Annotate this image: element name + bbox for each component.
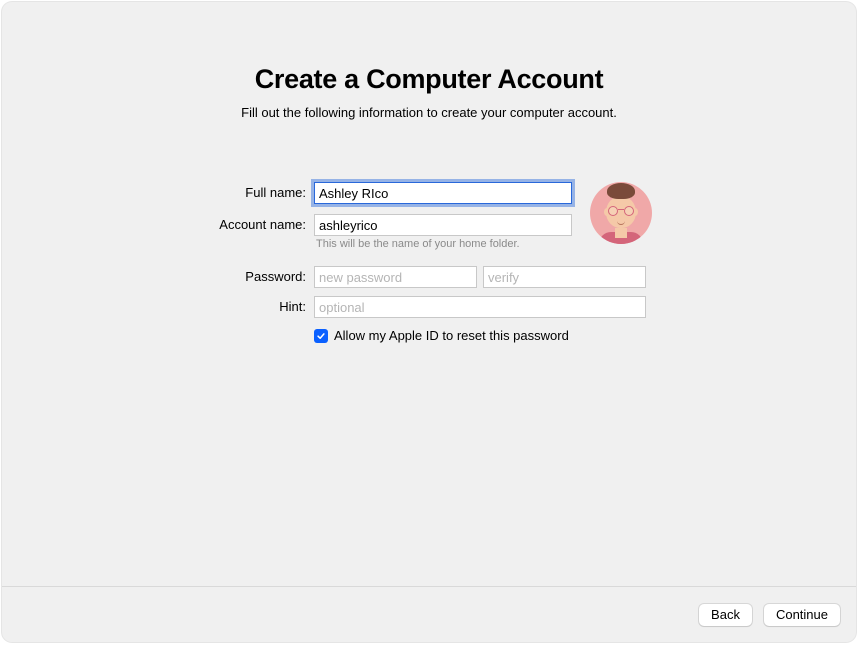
allow-reset-row[interactable]: Allow my Apple ID to reset this password: [314, 328, 572, 343]
fullname-input[interactable]: [314, 182, 572, 204]
spacer: [206, 204, 572, 214]
avatar-hair: [607, 183, 635, 199]
accountname-label: Account name:: [206, 214, 306, 236]
page-title: Create a Computer Account: [255, 64, 604, 95]
password-input[interactable]: [314, 266, 477, 288]
allow-reset-label: Allow my Apple ID to reset this password: [334, 328, 569, 343]
hint-label: Hint:: [206, 296, 306, 318]
accountname-hint: This will be the name of your home folde…: [314, 238, 572, 250]
spacer: [206, 250, 572, 266]
hint-row: [314, 296, 646, 318]
continue-button[interactable]: Continue: [764, 604, 840, 626]
check-icon: [316, 331, 326, 341]
avatar[interactable]: [590, 182, 652, 244]
back-button[interactable]: Back: [699, 604, 752, 626]
password-label: Password:: [206, 266, 306, 288]
verify-password-input[interactable]: [483, 266, 646, 288]
form-area: Full name: Account name: This will be th…: [206, 182, 652, 343]
hint-input[interactable]: [314, 296, 646, 318]
allow-reset-checkbox[interactable]: [314, 329, 328, 343]
accountname-input[interactable]: [314, 214, 572, 236]
password-row: [314, 266, 646, 288]
content-area: Create a Computer Account Fill out the f…: [2, 2, 856, 586]
page-subtitle: Fill out the following information to cr…: [241, 105, 617, 120]
fullname-label: Full name:: [206, 182, 306, 204]
spacer: [206, 288, 572, 296]
glasses-icon: [608, 206, 634, 216]
form-grid: Full name: Account name: This will be th…: [206, 182, 572, 343]
setup-window: Create a Computer Account Fill out the f…: [2, 2, 856, 642]
footer: Back Continue: [2, 586, 856, 642]
avatar-neck: [615, 228, 627, 238]
